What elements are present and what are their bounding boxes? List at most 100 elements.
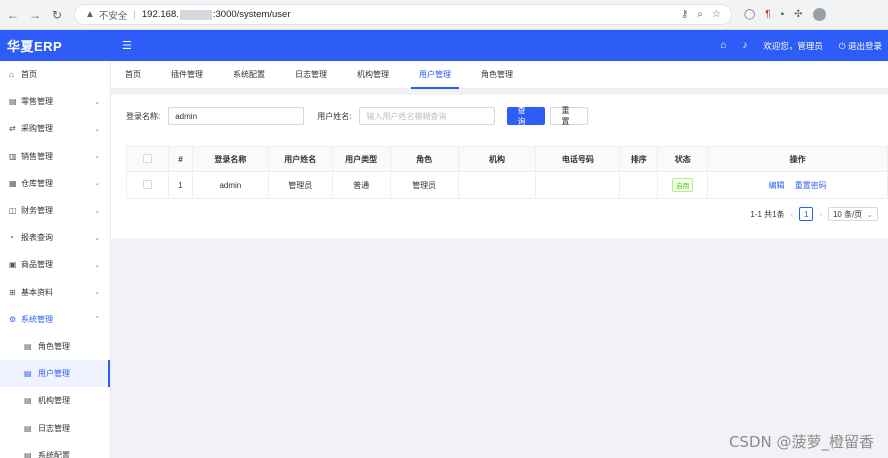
sidebar-subitem-users[interactable]: ▤ 用户管理 [0,360,110,388]
browser-toolbar: ← → ↻ ▲ 不安全 | 192.168. :3000/system/user… [0,0,888,30]
reload-icon[interactable]: ↻ [48,8,66,22]
tab-users[interactable]: 用户管理 [411,61,459,89]
chevron-down-icon: ⌄ [94,180,100,188]
row-checkbox[interactable] [142,179,152,189]
table-row: 1 admin 管理员 普通 管理员 启用 编辑 重置密码 [126,171,888,199]
select-all-checkbox[interactable] [142,153,152,163]
welcome-text: 欢迎您，管理员 [763,40,823,51]
sidebar-subitem-roles[interactable]: ▤ 角色管理 [0,333,110,360]
star-icon[interactable]: ☆ [712,9,721,20]
sidebar-item-purchase[interactable]: ⇄ 采购管理 ⌄ [0,115,110,142]
query-button[interactable]: 查 询 [507,106,546,126]
reset-button[interactable]: 重 置 [550,106,589,126]
extension-circle-icon[interactable]: ◯ [744,9,755,20]
sidebar-item-home[interactable]: ⌂ 首页 [0,61,110,88]
sidebar-item-label: 采购管理 [21,124,53,134]
zoom-icon[interactable]: ⌕ [697,9,703,20]
row-actions: 编辑 重置密码 [707,171,888,199]
tab-logs[interactable]: 日志管理 [295,61,327,89]
row-status: 启用 [657,171,709,199]
key-icon[interactable]: ⚷ [681,9,688,20]
sidebar-item-label: 销售管理 [21,151,53,161]
app-logo: 华夏ERP [7,39,63,54]
purchase-icon: ⇄ [9,124,16,134]
sidebar-item-reports[interactable]: ◔ 报表查询 ⌄ [0,224,110,251]
row-role: 管理员 [389,171,459,199]
extension-square-icon[interactable]: ▪ [781,9,785,20]
back-icon[interactable]: ← [4,8,22,22]
sidebar-subitem-label: 机构管理 [38,396,70,406]
column-header: 角色 [389,146,459,172]
sidebar-subitem-label: 系统配置 [38,450,70,458]
main-content: 登录名称: admin 用户姓名: 输入用户姓名模糊查询 查 询 重 置 # 登… [111,89,888,458]
sidebar-subitem-config[interactable]: ▤ 系统配置 [0,442,110,458]
chevron-up-icon: ⌃ [94,316,100,324]
url-suffix: :3000/system/user [212,9,291,20]
sidebar-item-label: 商品管理 [21,260,53,270]
list-icon: ▤ [24,341,32,351]
tab-orgs[interactable]: 机构管理 [357,61,389,89]
sidebar-item-label: 系统管理 [21,314,53,324]
tab-plugins[interactable]: 插件管理 [171,61,203,89]
sidebar-item-finance[interactable]: ◫ 财务管理 ⌄ [0,197,110,224]
row-sort [619,171,659,199]
reset-password-link[interactable]: 重置密码 [795,181,827,190]
sidebar-item-sales[interactable]: ▥ 销售管理 ⌄ [0,143,110,170]
profile-icon[interactable] [812,8,826,21]
column-header: 用户姓名 [267,146,333,172]
sidebar-item-basic-data[interactable]: ⊞ 基本资料 ⌄ [0,279,110,306]
logout-label: 退出登录 [847,40,882,51]
select-all-cell[interactable] [126,146,169,172]
login-name-input[interactable]: admin [168,107,305,125]
sidebar-item-label: 仓库管理 [21,178,53,188]
sidebar-subitem-orgs[interactable]: ▤ 机构管理 [0,387,110,414]
gear-icon: ⚙ [9,314,17,324]
bell-icon[interactable]: ♪ [742,40,747,51]
user-table: # 登录名称 用户姓名 用户类型 角色 机构 电话号码 排序 状态 操作 1 a… [126,146,888,199]
row-select-cell[interactable] [126,171,169,199]
table-header-row: # 登录名称 用户姓名 用户类型 角色 机构 电话号码 排序 状态 操作 [126,146,888,172]
warning-icon: ▲ [85,9,95,20]
sidebar-item-label: 首页 [21,70,37,80]
row-user-type: 普通 [331,171,391,199]
chevron-down-icon: ⌄ [866,209,873,219]
sidebar: ⌂ 首页 ▤ 零售管理 ⌄ ⇄ 采购管理 ⌄ ▥ 销售管理 ⌄ ▦ 仓库管理 ⌄… [0,61,111,458]
sidebar-item-system[interactable]: ⚙ 系统管理 ⌃ [0,306,110,333]
menu-collapse-icon[interactable]: ☰ [122,39,132,52]
tab-home[interactable]: 首页 [125,61,141,89]
grid-icon: ⊞ [9,287,16,297]
column-header: 排序 [619,146,659,172]
sidebar-item-label: 基本资料 [21,287,53,297]
chevron-down-icon: ⌄ [94,153,100,161]
chevron-down-icon: ⌄ [94,98,100,106]
sidebar-item-products[interactable]: ▣ 商品管理 ⌄ [0,251,110,278]
chevron-left-icon[interactable]: ‹ [791,210,794,219]
puzzle-icon[interactable]: ✣ [794,9,802,20]
user-name-label: 用户姓名: [317,111,352,121]
sidebar-subitem-label: 角色管理 [38,341,70,351]
edit-link[interactable]: 编辑 [768,181,784,190]
sidebar-item-retail[interactable]: ▤ 零售管理 ⌄ [0,88,110,115]
tab-roles[interactable]: 角色管理 [481,61,513,89]
chevron-down-icon: ⌄ [94,289,100,297]
page-size-select[interactable]: 10 条/页 ⌄ [827,207,878,221]
logout-button[interactable]: ⏻ 退出登录 [839,40,882,52]
extension-red-icon[interactable]: ¶ [765,9,770,20]
column-header: # [167,146,193,172]
separator: | [133,9,136,20]
bank-icon[interactable]: ⌂ [720,40,726,51]
sidebar-subitem-logs[interactable]: ▤ 日志管理 [0,414,110,441]
sidebar-subitem-label: 用户管理 [38,369,70,379]
sidebar-item-warehouse[interactable]: ▦ 仓库管理 ⌄ [0,170,110,197]
column-header: 用户类型 [331,146,391,172]
forward-icon[interactable]: → [26,8,44,22]
tab-system-config[interactable]: 系统配置 [233,61,265,89]
address-bar[interactable]: ▲ 不安全 | 192.168. :3000/system/user ⚷ ⌕ ☆ [74,4,732,25]
column-header: 电话号码 [535,146,621,172]
tab-bar: 首页 插件管理 系统配置 日志管理 机构管理 用户管理 角色管理 [111,61,888,89]
list-icon: ▤ [24,396,32,406]
list-icon: ▤ [24,369,32,379]
page-button-current[interactable]: 1 [799,207,814,221]
user-name-input[interactable]: 输入用户姓名模糊查询 [359,107,496,125]
chevron-right-icon[interactable]: › [819,210,822,219]
